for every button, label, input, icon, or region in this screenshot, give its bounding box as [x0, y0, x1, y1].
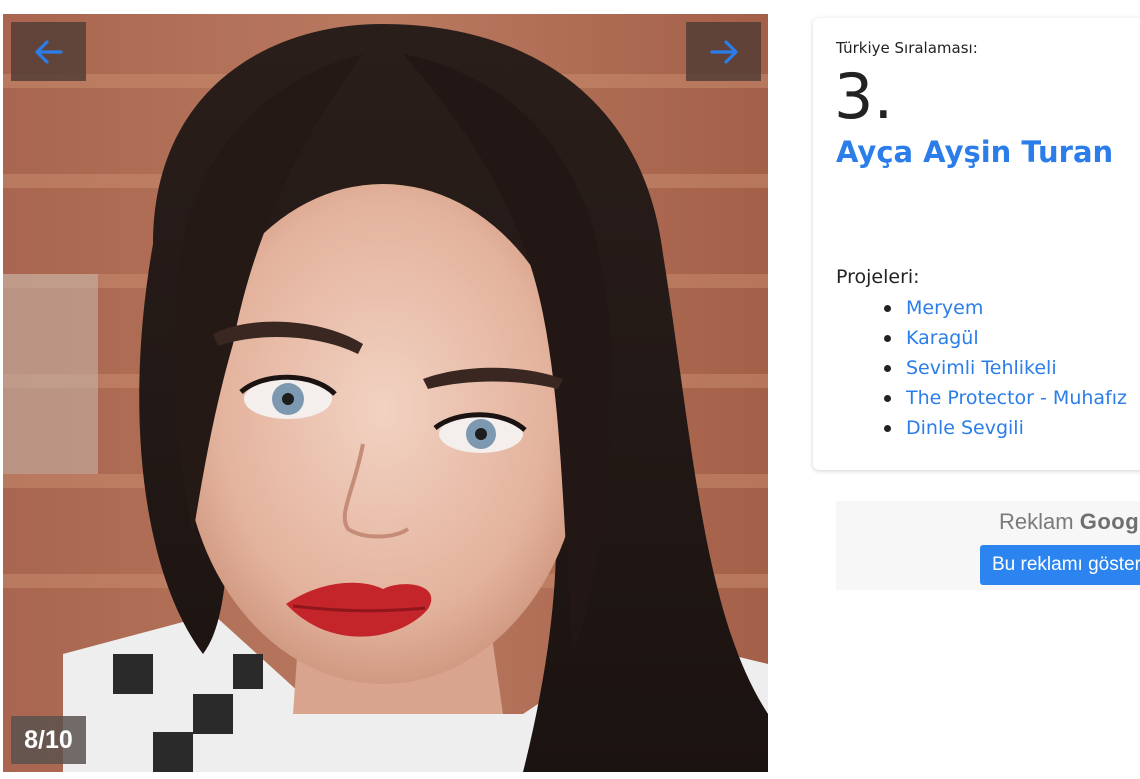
bullet — [884, 365, 891, 372]
arrow-right-icon — [709, 39, 738, 64]
profile-card: Türkiye Sıralaması: 3. Ayça Ayşin Turan … — [813, 18, 1140, 470]
bullet — [884, 425, 891, 432]
previous-button[interactable] — [11, 22, 86, 81]
profile-name-link[interactable]: Ayça Ayşin Turan — [836, 135, 1113, 169]
hide-ad-button[interactable]: Bu reklamı gösterme — [980, 545, 1140, 585]
page: 8/10 Türkiye Sıralaması: 3. Ayça Ayşin T… — [0, 0, 1140, 779]
ad-box: Reklam Google Bu reklamı gösterme — [836, 501, 1140, 590]
arrow-left-icon — [34, 39, 63, 64]
ad-brand: Google — [1079, 509, 1140, 534]
projects-label: Projeleri: — [836, 266, 920, 288]
ad-label: Reklam Google — [999, 509, 1140, 535]
project-link[interactable]: Karagül — [906, 327, 979, 349]
next-button[interactable] — [686, 22, 761, 81]
list-item: Dinle Sevgili — [884, 413, 1127, 443]
ad-label-text: Reklam — [999, 509, 1074, 534]
bullet — [884, 395, 891, 402]
project-link[interactable]: The Protector - Muhafız — [906, 387, 1127, 409]
photo-slider[interactable]: 8/10 — [3, 14, 768, 772]
list-item: Meryem — [884, 293, 1127, 323]
project-link[interactable]: Meryem — [906, 297, 983, 319]
rank-label: Türkiye Sıralaması: — [836, 39, 978, 57]
list-item: Sevimli Tehlikeli — [884, 353, 1127, 383]
project-link[interactable]: Dinle Sevgili — [906, 417, 1024, 439]
bullet — [884, 305, 891, 312]
project-list: Meryem Karagül Sevimli Tehlikeli The Pro… — [836, 293, 1127, 443]
profile-photo — [3, 14, 768, 772]
list-item: The Protector - Muhafız — [884, 383, 1127, 413]
slide-counter: 8/10 — [11, 716, 86, 764]
rank-value: 3. — [834, 60, 894, 133]
project-link[interactable]: Sevimli Tehlikeli — [906, 357, 1057, 379]
list-item: Karagül — [884, 323, 1127, 353]
bullet — [884, 335, 891, 342]
